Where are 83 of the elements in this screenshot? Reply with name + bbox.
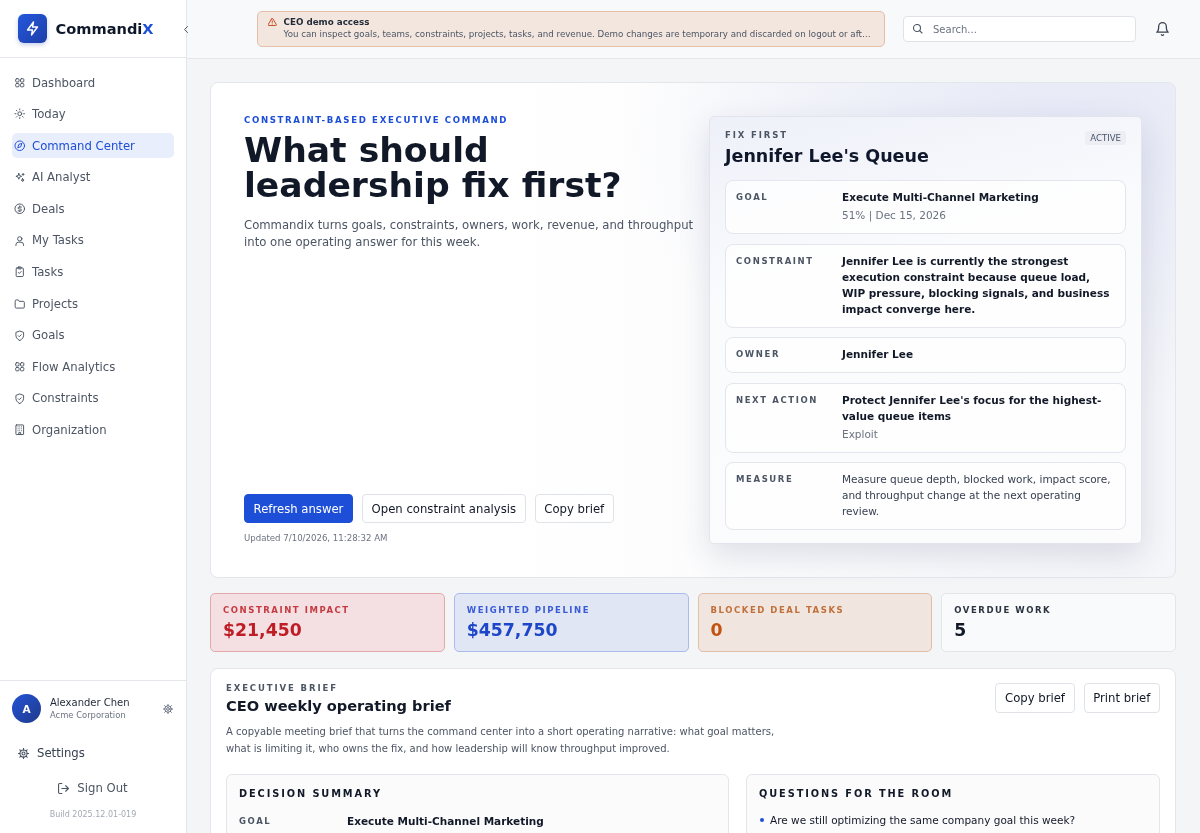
updated-timestamp: Updated 7/10/2026, 11:28:32 AM	[244, 533, 388, 544]
stat-label: OVERDUE WORK	[954, 605, 1052, 616]
search-icon	[913, 24, 923, 34]
section-title: DECISION SUMMARY	[239, 787, 382, 800]
grid-icon	[14, 361, 26, 373]
notice-text: You can inspect goals, teams, constraints, projects, tasks, and revenue. Demo changes are temporary and discarded on logout or aft…	[283, 28, 871, 40]
question-text: Are we still optimizing the same company goal this week?	[770, 813, 1076, 827]
brief-eyebrow: EXECUTIVE BRIEF	[226, 683, 338, 694]
user-organization: Acme Corporation	[50, 710, 126, 721]
building-icon	[14, 424, 26, 436]
user-icon	[14, 234, 26, 247]
search-field[interactable]: Search...	[903, 16, 1136, 42]
row-detail: Exploit	[842, 426, 878, 442]
action-button[interactable]: Open constraint analysis	[362, 494, 526, 523]
nav-item[interactable]: Command Center	[12, 133, 174, 159]
brief-description: A copyable meeting brief that turns the command center into a short operating narrative: what goal matters, what is limiting it, who owns the fix, and how leadership will know throughput improved.	[226, 725, 776, 756]
stat-label: BLOCKED DEAL TASKS	[710, 605, 845, 616]
nav-item[interactable]: Dashboard	[12, 70, 174, 95]
status-badge: ACTIVE	[1085, 131, 1126, 145]
row-value: Jennifer Lee is currently the strongest execution constraint because queue load, WIP pressure, blocking signals, and business impact converge here.	[842, 253, 1111, 317]
nav-item[interactable]: My Tasks	[12, 227, 174, 253]
nav-item[interactable]: Projects	[12, 291, 174, 317]
hero-title: What should leadership fix first?	[244, 133, 623, 203]
row-label: GOAL	[239, 815, 272, 828]
sparkles-icon	[14, 171, 26, 184]
compass-icon	[14, 139, 26, 152]
row-value: Measure queue depth, blocked work, impact score, and throughput change at the next operating review.	[842, 472, 1112, 519]
action-button[interactable]: Refresh answer	[244, 494, 353, 523]
queue-eyebrow: FIX FIRST	[725, 130, 789, 141]
stat-value: $457,750	[466, 620, 558, 640]
row-label: NEXT ACTION	[736, 393, 818, 407]
row-value: Jennifer Lee	[842, 347, 914, 362]
brief-title: CEO weekly operating brief	[226, 696, 451, 716]
row-label: MEASURE	[736, 473, 794, 486]
action-button[interactable]: Copy brief	[995, 683, 1075, 713]
row-value: Execute Multi-Channel Marketing	[842, 190, 1039, 205]
stat-label: CONSTRAINT IMPACT	[223, 605, 350, 616]
brand-name: CommandiX	[55, 20, 154, 37]
stat-value: $21,450	[223, 620, 302, 640]
notice-title: CEO demo access	[283, 16, 370, 28]
nav-item[interactable]: Constraints	[12, 385, 174, 411]
settings-button[interactable]: Settings	[12, 740, 85, 766]
settings-icon	[18, 747, 29, 759]
settings-icon[interactable]	[163, 703, 173, 714]
sign-out-button[interactable]: Sign Out	[58, 775, 128, 801]
shield-check-icon	[14, 329, 26, 341]
hero-description: Commandix turns goals, constraints, owners, work, revenue, and throughput into one operating answer for this week.	[244, 217, 695, 251]
action-button[interactable]: Print brief	[1083, 683, 1160, 713]
user-name: Alexander Chen	[50, 696, 130, 709]
hero-eyebrow: CONSTRAINT-BASED EXECUTIVE COMMAND	[244, 116, 509, 125]
row-label: CONSTRAINT	[736, 254, 814, 268]
build-version: Build 2025.12.01-019	[49, 810, 137, 820]
user-avatar: A	[12, 694, 41, 723]
nav-item[interactable]: AI Analyst	[12, 164, 174, 190]
queue-title: Jennifer Lee's Queue	[725, 145, 929, 167]
sun-icon	[14, 108, 26, 120]
notification-bell-icon[interactable]	[1156, 22, 1169, 36]
dollar-circle-icon	[14, 203, 26, 215]
nav-item[interactable]: Today	[12, 101, 174, 127]
section-title: QUESTIONS FOR THE ROOM	[759, 787, 954, 800]
warning-icon	[268, 18, 277, 26]
nav-item[interactable]: Deals	[12, 196, 174, 222]
clipboard-check-icon	[14, 266, 26, 278]
chevron-left-icon[interactable]	[184, 26, 188, 33]
action-button[interactable]: Copy brief	[534, 494, 614, 523]
row-label: OWNER	[736, 348, 781, 361]
row-label: GOAL	[736, 191, 769, 204]
folder-icon	[14, 297, 26, 310]
row-value: Protect Jennifer Lee's focus for the highest-value queue items	[842, 392, 1103, 424]
sign-out-icon	[58, 782, 70, 794]
row-detail: 51% | Dec 15, 2026	[842, 208, 946, 223]
row-value: Execute Multi-Channel Marketing	[347, 814, 544, 829]
stat-label: WEIGHTED PIPELINE	[466, 605, 591, 616]
nav-item[interactable]: Flow Analytics	[12, 354, 174, 380]
nav-item[interactable]: Tasks	[12, 259, 174, 285]
bullet-icon	[760, 818, 764, 822]
stat-value: 0	[710, 620, 723, 640]
nav-item[interactable]: Organization	[12, 417, 174, 443]
shield-check-icon	[14, 392, 26, 405]
stat-value: 5	[954, 620, 967, 640]
nav-item[interactable]: Goals	[12, 322, 174, 348]
lightning-bolt-icon	[17, 14, 47, 43]
grid-icon	[14, 76, 26, 89]
